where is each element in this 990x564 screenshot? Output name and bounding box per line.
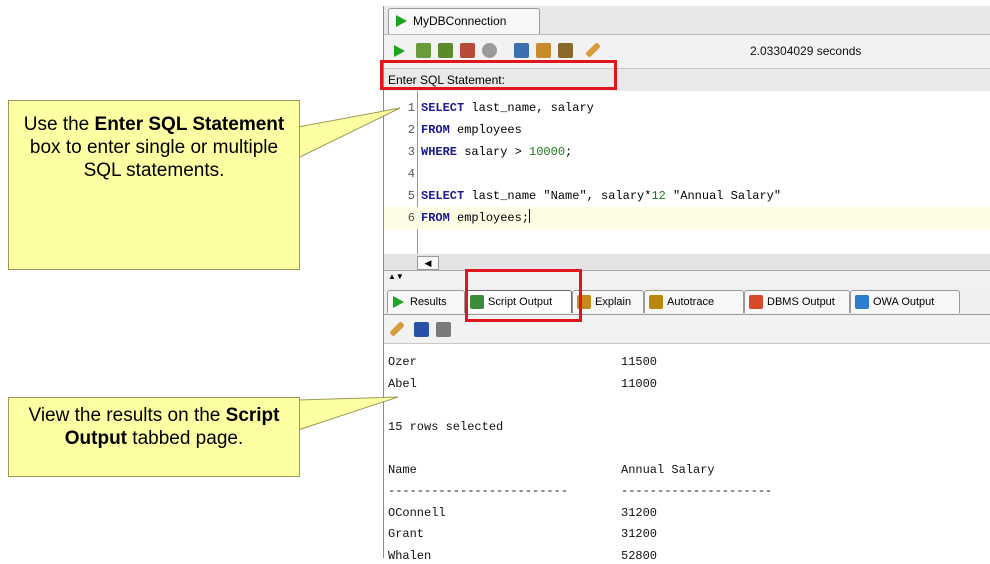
callout-bottom-suffix: tabbed page. [127,428,244,449]
callout-bottom-prefix: View the results on the [28,405,226,426]
callout-top-bold: Enter SQL Statement [94,114,285,135]
callout-top-suffix: box to enter single or multiple SQL stat… [29,137,279,181]
callout-top-prefix: Use the [23,114,95,135]
callout-script-output: View the results on the Script Output ta… [8,397,300,477]
callout-enter-sql: Use the Enter SQL Statement box to enter… [8,100,300,270]
